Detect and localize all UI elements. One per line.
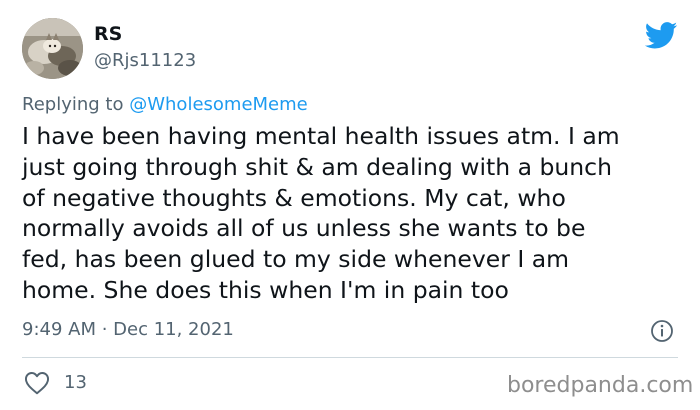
author-handle[interactable]: @Rjs11123 [94, 50, 196, 72]
avatar[interactable] [22, 18, 83, 79]
replying-prefix: Replying to [22, 94, 124, 115]
like-count: 13 [64, 372, 87, 393]
replying-to: Replying to @WholesomeMeme [22, 93, 308, 117]
author-name[interactable]: RS [94, 23, 122, 45]
tweet-text: I have been having mental health issues … [22, 122, 620, 304]
tweet-card: RS @Rjs11123 Replying to @WholesomeMeme … [0, 0, 700, 410]
replying-mention-link[interactable]: @WholesomeMeme [129, 94, 308, 115]
twitter-bird-icon[interactable] [645, 22, 678, 49]
divider [22, 357, 678, 358]
tweet-timestamp[interactable]: 9:49 AM · Dec 11, 2021 [22, 318, 234, 342]
info-icon[interactable] [650, 319, 674, 343]
tweet-header: RS @Rjs11123 [22, 16, 678, 82]
heart-icon[interactable] [24, 371, 50, 395]
boredpanda-watermark: boredpanda.com [507, 373, 694, 398]
cat-avatar-image [22, 18, 83, 79]
